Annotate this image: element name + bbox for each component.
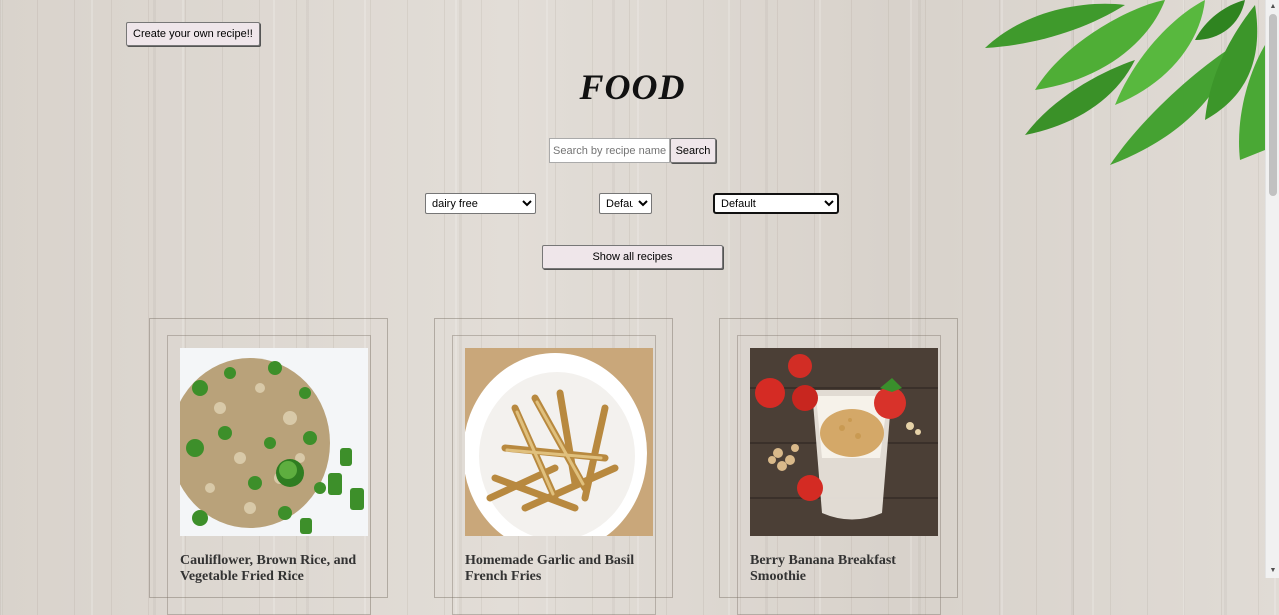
show-all-recipes-button[interactable]: Show all recipes	[542, 245, 723, 269]
recipe-card-inner: Berry Banana Breakfast Smoothie	[737, 335, 941, 615]
diet-filter-select[interactable]: dairy free	[425, 193, 536, 214]
cuisine-filter-select[interactable]: Default	[713, 193, 839, 214]
search-button[interactable]: Search	[670, 138, 716, 163]
recipe-name[interactable]: Cauliflower, Brown Rice, and Vegetable F…	[180, 553, 380, 585]
scroll-up-icon[interactable]: ▲	[1268, 2, 1278, 12]
recipe-card-inner: Cauliflower, Brown Rice, and Vegetable F…	[167, 335, 371, 615]
vertical-scrollbar[interactable]: ▲ ▼	[1265, 0, 1279, 578]
page-title: FOOD	[579, 67, 686, 107]
recipe-image[interactable]	[750, 348, 938, 536]
scroll-down-icon[interactable]: ▼	[1268, 566, 1278, 576]
scrollbar-thumb[interactable]	[1269, 14, 1277, 196]
search-input[interactable]	[549, 138, 670, 163]
recipe-card[interactable]: Homemade Garlic and Basil French Fries	[434, 318, 673, 615]
recipe-name[interactable]: Berry Banana Breakfast Smoothie	[750, 553, 950, 585]
recipe-image[interactable]	[465, 348, 653, 536]
create-recipe-button[interactable]: Create your own recipe!!	[126, 22, 260, 46]
recipe-image[interactable]	[180, 348, 368, 536]
recipe-card-inner: Homemade Garlic and Basil French Fries	[452, 335, 656, 615]
sort-select[interactable]: Default	[599, 193, 652, 214]
recipe-card[interactable]: Berry Banana Breakfast Smoothie	[719, 318, 958, 615]
recipe-name[interactable]: Homemade Garlic and Basil French Fries	[465, 553, 665, 585]
recipe-card[interactable]: Cauliflower, Brown Rice, and Vegetable F…	[149, 318, 388, 615]
